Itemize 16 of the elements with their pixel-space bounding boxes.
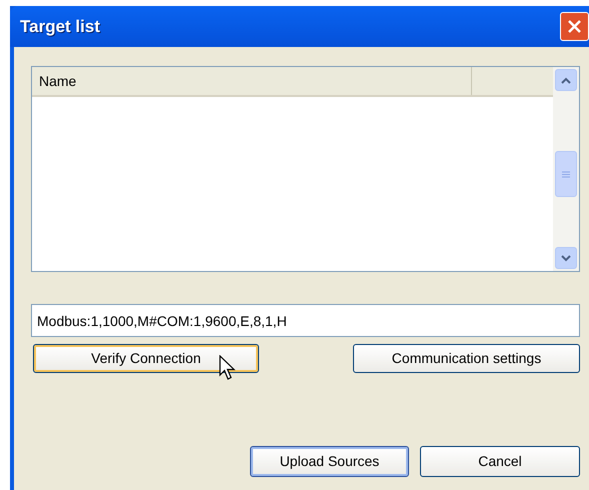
chevron-down-icon — [561, 254, 571, 262]
scroll-down-button[interactable] — [555, 247, 577, 269]
scroll-up-button[interactable] — [555, 69, 577, 91]
close-icon — [567, 19, 582, 34]
scrollbar[interactable] — [553, 67, 579, 271]
close-button[interactable] — [560, 12, 589, 41]
button[interactable]: Cancel — [420, 446, 580, 477]
window-title: Target list — [20, 16, 100, 38]
grip-icon — [562, 170, 570, 178]
chevron-up-icon — [561, 76, 571, 84]
connection-string-field[interactable]: Modbus:1,1000,M#COM:1,9600,E,8,1,H — [31, 304, 580, 337]
mouse-pointer-icon — [219, 355, 236, 381]
scroll-thumb[interactable] — [555, 151, 577, 197]
button[interactable]: Communication settings — [353, 344, 580, 373]
button[interactable]: Upload Sources — [250, 446, 409, 477]
button[interactable]: Verify Connection — [33, 344, 259, 373]
